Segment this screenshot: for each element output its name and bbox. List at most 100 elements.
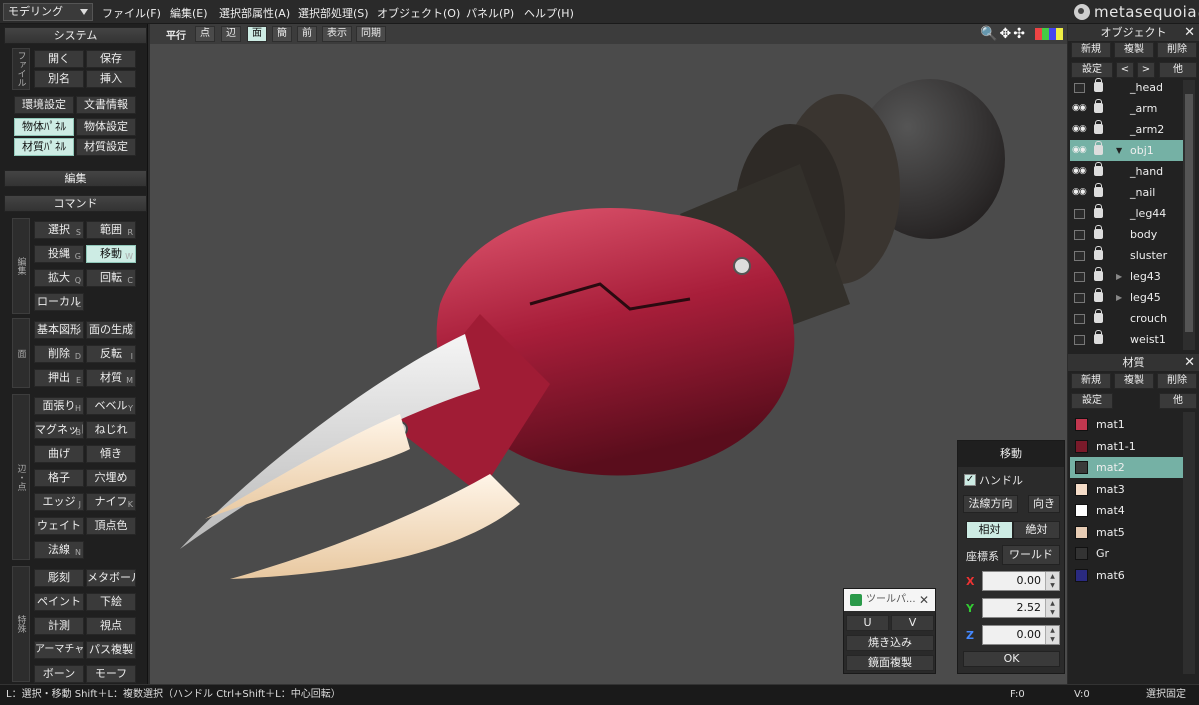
object-row[interactable]: ◉◉ _arm2 — [1070, 119, 1191, 140]
bake-button[interactable]: 焼き込み — [846, 635, 934, 651]
display-button[interactable]: 表示 — [322, 26, 352, 42]
object-row[interactable]: ▶ leg45 — [1070, 287, 1191, 308]
edge-tool-button[interactable]: エッジ J — [34, 493, 84, 511]
normal-direction-button[interactable]: 法線方向 — [963, 495, 1018, 513]
move-tool-button[interactable]: 移動 W — [86, 245, 136, 263]
lock-icon[interactable] — [1094, 204, 1103, 218]
material-new-button[interactable]: 新規 — [1071, 373, 1111, 389]
eye-icon[interactable]: ◉◉ — [1072, 182, 1087, 197]
lock-icon[interactable] — [1094, 99, 1103, 113]
zoom-pan-rotate-icons[interactable]: 🔍✥✣ — [980, 26, 1027, 42]
object-settings-button[interactable]: 物体設定 — [76, 118, 136, 136]
menu-selection-process[interactable]: 選択部処理(S) — [298, 5, 369, 21]
basic-shape-button[interactable]: 基本図形 P — [34, 321, 84, 339]
handle-checkbox-row[interactable]: ✓ ハンドル — [964, 472, 1023, 488]
object-next-button[interactable]: > — [1137, 62, 1155, 78]
paint-button[interactable]: ペイント — [34, 593, 84, 611]
face-mode-button[interactable]: 面 — [247, 26, 267, 42]
lock-icon[interactable] — [1094, 162, 1103, 176]
menu-help[interactable]: ヘルプ(H) — [524, 5, 574, 21]
selection-lock-button[interactable]: 選択固定 — [1146, 685, 1186, 705]
range-tool-button[interactable]: 範囲 R — [86, 221, 136, 239]
object-other-button[interactable]: 他 — [1159, 62, 1197, 78]
lasso-tool-button[interactable]: 投縄 G — [34, 245, 84, 263]
expand-icon[interactable]: ▶ — [1116, 287, 1122, 308]
material-row[interactable]: mat4 — [1070, 500, 1191, 521]
insert-button[interactable]: 挿入 — [86, 70, 136, 88]
visibility-checkbox[interactable] — [1074, 83, 1085, 93]
ok-button[interactable]: OK — [963, 651, 1060, 667]
front-view-button[interactable]: 前 — [297, 26, 317, 42]
lock-icon[interactable] — [1094, 330, 1103, 344]
visibility-checkbox[interactable] — [1074, 335, 1085, 345]
object-row[interactable]: ◉◉ _hand — [1070, 161, 1191, 182]
extrude-tool-button[interactable]: 押出 E — [34, 369, 84, 387]
viewpoint-button[interactable]: 視点 — [86, 617, 136, 635]
magnet-button[interactable]: マグネットB — [34, 421, 84, 439]
open-button[interactable]: 開く — [34, 50, 84, 68]
material-tool-button[interactable]: 材質 M — [86, 369, 136, 387]
sync-button[interactable]: 同期 — [356, 26, 386, 42]
object-row[interactable]: body — [1070, 224, 1191, 245]
lock-icon[interactable] — [1094, 183, 1103, 197]
weight-button[interactable]: ウェイト — [34, 517, 84, 535]
menu-edit[interactable]: 編集(E) — [170, 5, 208, 21]
visibility-checkbox[interactable] — [1074, 251, 1085, 261]
grid-button[interactable]: 格子 — [34, 469, 84, 487]
relative-button[interactable]: 相対 — [966, 521, 1013, 539]
handle-checkbox[interactable]: ✓ — [964, 474, 976, 486]
twist-button[interactable]: ねじれ — [86, 421, 136, 439]
scrollbar-thumb[interactable] — [1185, 94, 1193, 332]
expand-icon[interactable]: ▼ — [1116, 140, 1122, 161]
visibility-checkbox[interactable] — [1074, 293, 1085, 303]
move-panel-title[interactable]: 移動 — [958, 441, 1064, 467]
bevel-button[interactable]: ベベル Y — [86, 397, 136, 415]
lock-icon[interactable] — [1094, 141, 1103, 155]
face-extend-button[interactable]: 面張り H — [34, 397, 84, 415]
close-icon[interactable]: ✕ — [1184, 24, 1195, 41]
local-tool-button[interactable]: ローカル L — [34, 293, 84, 311]
material-row[interactable]: mat6 — [1070, 565, 1191, 586]
object-row[interactable]: ◉◉ _nail — [1070, 182, 1191, 203]
object-row[interactable]: _leg44 — [1070, 203, 1191, 224]
mirror-duplicate-button[interactable]: 鏡面複製 — [846, 655, 934, 671]
object-prev-button[interactable]: < — [1116, 62, 1134, 78]
expand-icon[interactable]: ▶ — [1116, 266, 1122, 287]
system-header[interactable]: システム — [4, 27, 147, 44]
z-value-input[interactable]: 0.00 ▲ ▼ — [982, 625, 1060, 645]
material-panel-toggle[interactable]: 材質ﾊﾟﾈﾙ — [14, 138, 74, 156]
morph-button[interactable]: モーフ — [86, 665, 136, 683]
command-header[interactable]: コマンド — [4, 195, 147, 212]
bone-button[interactable]: ボーン — [34, 665, 84, 683]
save-button[interactable]: 保存 — [86, 50, 136, 68]
lock-icon[interactable] — [1094, 288, 1103, 302]
scale-tool-button[interactable]: 拡大 Q — [34, 269, 84, 287]
lock-icon[interactable] — [1094, 120, 1103, 134]
armature-button[interactable]: アーマチャー — [34, 641, 84, 659]
close-icon[interactable]: ✕ — [1184, 354, 1195, 371]
material-row[interactable]: mat1-1 — [1070, 436, 1191, 457]
tilt-button[interactable]: 傾き — [86, 445, 136, 463]
env-settings-button[interactable]: 環境設定 — [14, 96, 74, 114]
object-row[interactable]: crouch — [1070, 308, 1191, 329]
eye-icon[interactable]: ◉◉ — [1072, 161, 1087, 176]
object-row[interactable]: ▶ leg43 — [1070, 266, 1191, 287]
v-button[interactable]: V — [891, 615, 934, 631]
material-row[interactable]: mat3 — [1070, 479, 1191, 500]
z-spinner[interactable]: ▲ ▼ — [1045, 626, 1059, 644]
simple-mode-button[interactable]: 簡 — [272, 26, 292, 42]
docinfo-button[interactable]: 文書情報 — [76, 96, 136, 114]
delete-tool-button[interactable]: 削除 D — [34, 345, 84, 363]
menu-file[interactable]: ファイル(F) — [102, 5, 161, 21]
path-duplicate-button[interactable]: パス複製 — [86, 641, 136, 659]
menu-selection-attributes[interactable]: 選択部属性(A) — [219, 5, 290, 21]
y-spinner[interactable]: ▲ ▼ — [1045, 599, 1059, 617]
edge-mode-button[interactable]: 辺 — [221, 26, 241, 42]
vertex-color-button[interactable]: 頂点色 — [86, 517, 136, 535]
metaball-button[interactable]: メタボール — [86, 569, 136, 587]
x-spinner[interactable]: ▲ ▼ — [1045, 572, 1059, 590]
object-panel-toggle[interactable]: 物体ﾊﾟﾈﾙ — [14, 118, 74, 136]
object-row[interactable]: weist1 — [1070, 329, 1191, 350]
u-button[interactable]: U — [846, 615, 889, 631]
point-mode-button[interactable]: 点 — [195, 26, 215, 42]
